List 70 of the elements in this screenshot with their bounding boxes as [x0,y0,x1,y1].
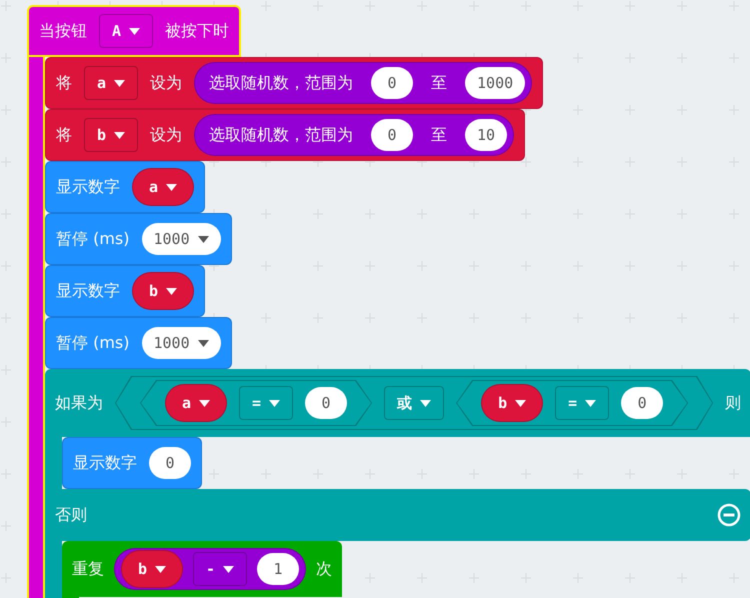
variable-dropdown[interactable]: b [481,384,544,422]
block-label: 则 [725,392,742,414]
number-input[interactable]: 0 [149,447,191,479]
block-label: 重复 [72,558,104,580]
caret-icon [114,132,126,138]
number-input[interactable]: 0 [371,67,414,99]
caret-icon [198,340,209,346]
caret-icon [269,400,280,406]
block-label: 至 [431,72,448,94]
caret-icon [114,80,126,86]
number-input[interactable]: 10 [465,119,508,151]
block-label: 当按钮 [39,20,87,42]
block-label: 将 [56,72,72,94]
if-block[interactable]: 如果为 a = 0 或 b = 0 则 [45,369,750,437]
statement-block[interactable]: 暂停 (ms) 1000 [45,317,232,369]
number-input[interactable]: 1 [257,553,300,585]
block-label: 被按下时 [165,20,230,42]
caret-icon [155,566,166,572]
variable-dropdown[interactable]: b [132,272,194,310]
caret-icon [166,184,178,190]
number-dropdown[interactable]: 1000 [142,327,221,359]
reporter-block[interactable]: 选取随机数，范围为 0 至 10 [194,114,514,156]
block-label: 显示数字 [56,280,120,302]
block-label: 设为 [150,72,182,94]
number-dropdown[interactable]: 1000 [142,223,221,255]
statement-block[interactable]: 将 a 设为 选取随机数，范围为 0 至 1000 [45,57,544,109]
caret-icon [223,566,234,572]
event-block[interactable]: 当按钮 A 被按下时 [27,5,242,57]
reporter-block[interactable]: b - 1 [114,548,306,590]
field-dropdown[interactable]: A [99,14,154,48]
field-dropdown[interactable]: b [84,118,138,152]
condition-block[interactable]: b = 0 [456,380,688,426]
number-input[interactable]: 0 [305,387,348,419]
number-input[interactable]: 0 [371,119,414,151]
variable-dropdown[interactable]: a [165,384,228,422]
block-label: 至 [431,124,448,146]
reporter-block[interactable]: 选取随机数，范围为 0 至 1000 [194,62,532,104]
caret-icon [198,236,209,242]
condition-block[interactable]: a = 0 [140,380,372,426]
loop-block[interactable]: 重复 b - 1 次 [62,541,342,597]
variable-dropdown[interactable]: a [132,168,194,206]
condition-block[interactable]: a = 0 或 b = 0 [115,376,714,430]
block-label: 选取随机数，范围为 [209,72,354,94]
minus-circle-icon[interactable] [717,503,742,527]
caret-icon [166,288,178,294]
block-label: 暂停 (ms) [56,332,130,354]
block-label: 次 [316,558,332,580]
block-label: 暂停 (ms) [56,228,130,250]
caret-icon [585,400,596,406]
number-input[interactable]: 0 [621,387,664,419]
statement-block[interactable]: 暂停 (ms) 1000 [45,213,232,265]
block-label: 显示数字 [56,176,120,198]
field-dropdown[interactable]: a [84,66,138,100]
caret-icon [420,400,432,406]
block-label: 显示数字 [73,452,137,474]
block-label: 选取随机数，范围为 [209,124,354,146]
caret-icon [515,400,526,406]
block-label: 将 [56,124,72,146]
statement-block[interactable]: 显示数字 0 [62,437,202,489]
caret-icon [129,28,140,34]
statement-block[interactable]: 显示数字 a [45,161,206,213]
statement-block[interactable]: 显示数字 b [45,265,206,317]
caret-icon [199,400,210,406]
field-dropdown[interactable]: - [193,552,248,586]
block-label: 否则 [55,504,87,526]
block-label: 如果为 [55,392,103,414]
number-input[interactable]: 1000 [465,67,526,99]
block-label: 设为 [150,124,182,146]
statement-block[interactable]: 将 b 设为 选取随机数，范围为 0 至 10 [45,109,526,161]
variable-dropdown[interactable]: b [121,550,184,588]
